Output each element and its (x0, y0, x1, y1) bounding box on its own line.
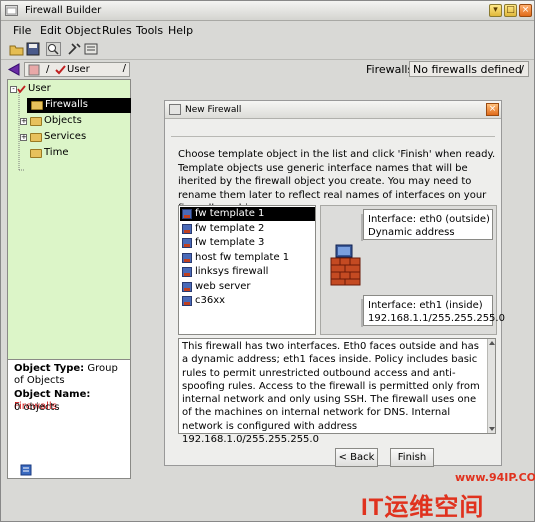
collapse-icon[interactable]: - (10, 86, 17, 93)
dialog-title: New Firewall (185, 105, 242, 115)
expand-icon[interactable]: + (20, 118, 27, 125)
template-item[interactable]: host fw template 1 (180, 251, 315, 265)
toolbar (1, 39, 534, 60)
watermark-site: www.94IP.COM (455, 471, 535, 484)
maximize-icon[interactable]: □ (504, 4, 517, 17)
firewalls-dropdown-value: No firewalls defined (413, 63, 522, 76)
minimize-icon[interactable]: ▾ (489, 4, 502, 17)
dialog-separator (171, 136, 495, 137)
scroll-up-icon[interactable] (488, 339, 496, 347)
firewall-template-icon (182, 223, 192, 234)
tree-node-time[interactable]: Time (20, 146, 120, 161)
firewall-template-icon (182, 267, 192, 277)
check-mark-icon (55, 65, 66, 75)
template-item[interactable]: linksys firewall (180, 265, 315, 279)
template-item[interactable]: web server (180, 280, 315, 294)
menu-rules[interactable]: Rules (102, 24, 132, 37)
object-info-panel: Object Type: Group of Objects Object Nam… (7, 359, 131, 479)
tree-nav-bar: / User / (4, 61, 131, 78)
open-folder-icon[interactable] (9, 42, 24, 56)
menu-bar: File Edit Object Rules Tools Help (1, 22, 534, 39)
firewall-template-icon (182, 238, 192, 248)
close-icon[interactable]: × (519, 4, 532, 17)
iface-outside-address: Dynamic address (368, 227, 455, 238)
template-description-text: This firewall has two interfaces. Eth0 f… (182, 341, 480, 446)
dialog-close-icon[interactable]: × (486, 103, 499, 116)
iface-inside-address: 192.168.1.1/255.255.255.0 (368, 313, 505, 324)
folder-icon (31, 101, 43, 110)
check-mark-icon (17, 85, 26, 93)
template-item[interactable]: fw template 1 (180, 207, 315, 221)
tree-label-firewalls: Firewalls (45, 99, 88, 110)
template-label: host fw template 1 (195, 251, 290, 263)
firewall-template-icon (182, 252, 192, 263)
iface-outside-name: Interface: eth0 (outside) (368, 214, 490, 225)
window-title: Firewall Builder (25, 5, 102, 16)
template-item[interactable]: fw template 3 (180, 236, 315, 250)
firewalls-dropdown[interactable]: No firewalls defined / (409, 61, 529, 77)
tools-icon[interactable] (67, 42, 82, 56)
back-arrow-icon[interactable] (7, 63, 21, 76)
template-label: fw template 3 (195, 237, 265, 248)
tree-node-services[interactable]: + Services (20, 130, 120, 145)
template-label: c36xx (195, 295, 226, 306)
dialog-window-icon (169, 104, 181, 115)
template-label: web server (195, 280, 251, 292)
menu-edit[interactable]: Edit (40, 24, 61, 37)
firewall-template-icon (182, 296, 192, 306)
template-item[interactable]: fw template 2 (180, 222, 315, 236)
firewall-template-icon (182, 281, 192, 292)
rules-icon[interactable] (84, 42, 99, 56)
user-library-icon (28, 64, 40, 76)
tree-label-services: Services (44, 131, 87, 142)
title-bar: Firewall Builder ▾ □ × (1, 1, 534, 21)
watermark-brand: IT运维空间 (361, 494, 485, 521)
dropdown-slash-icon: / (520, 63, 524, 76)
description-scrollbar[interactable] (487, 339, 495, 433)
template-label: linksys firewall (195, 266, 269, 277)
folder-icon (30, 133, 42, 142)
interface-outside-box: Interface: eth0 (outside) Dynamic addres… (363, 209, 493, 240)
template-preview: Interface: eth0 (outside) Dynamic addres… (320, 205, 505, 335)
folder-icon (30, 149, 42, 158)
note-icon[interactable] (20, 464, 32, 476)
template-label: fw template 2 (195, 222, 265, 234)
iface-inside-name: Interface: eth1 (inside) (368, 300, 483, 311)
firewall-template-icon (182, 209, 192, 219)
menu-object[interactable]: Object (65, 24, 101, 37)
scroll-down-icon[interactable] (488, 425, 496, 433)
tree-node-firewalls[interactable]: Firewalls (27, 98, 131, 113)
menu-tools[interactable]: Tools (136, 24, 163, 37)
template-label: fw template 1 (195, 208, 265, 219)
menu-file[interactable]: File (13, 24, 31, 37)
tree-label-objects: Objects (44, 115, 82, 126)
template-description: This firewall has two interfaces. Eth0 f… (178, 338, 496, 445)
menu-help[interactable]: Help (168, 24, 193, 37)
watermark: www.94IP.COM IT运维空间 (353, 463, 535, 521)
firewall-icon (330, 244, 361, 286)
path-current: User (67, 64, 90, 75)
folder-icon (30, 117, 42, 126)
app-icon (5, 5, 18, 16)
object-type-label: Object Type: (14, 363, 85, 374)
app-window: Firewall Builder ▾ □ × File Edit Object … (0, 0, 535, 522)
combo-slash-icon: / (122, 63, 126, 74)
new-firewall-dialog: New Firewall × Choose template object in… (164, 100, 505, 467)
tree-node-objects[interactable]: + Objects (20, 114, 120, 129)
interface-inside-box: Interface: eth1 (inside) 192.168.1.1/255… (363, 295, 505, 326)
tree-label-time: Time (44, 147, 69, 158)
tree-label-user: User (28, 83, 51, 94)
object-count: 0 objects (14, 402, 60, 413)
template-item[interactable]: c36xx (180, 294, 315, 308)
find-icon[interactable] (46, 42, 61, 56)
save-icon[interactable] (26, 42, 41, 56)
path-separator: / (46, 64, 50, 75)
object-tree-pane: / User / - User Firewalls + Objects + Se… (4, 61, 131, 518)
dialog-title-bar: New Firewall × (165, 101, 501, 119)
tree-path-combo[interactable]: / User / (24, 62, 130, 77)
template-list[interactable]: fw template 1 fw template 2 fw template … (178, 205, 316, 335)
object-name-label: Object Name: (14, 389, 91, 400)
tree-node-user[interactable]: - User (10, 82, 110, 97)
expand-icon[interactable]: + (20, 134, 27, 141)
